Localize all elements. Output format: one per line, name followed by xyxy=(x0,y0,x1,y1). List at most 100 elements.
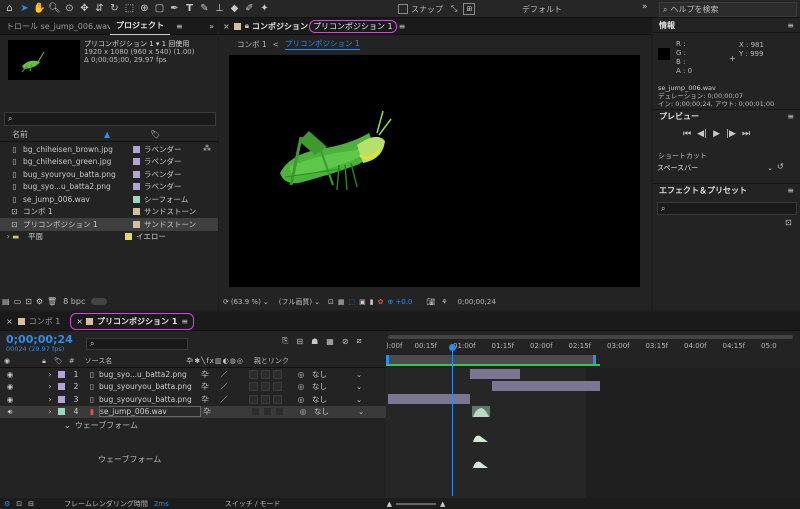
project-item[interactable]: ▯ bug_syouryou_batta.png ラベンダー xyxy=(0,168,218,181)
blend-switch-box[interactable] xyxy=(249,394,258,404)
expand-panels-icon[interactable]: » xyxy=(209,22,214,31)
reset-icon[interactable]: ↺ xyxy=(777,162,784,171)
layer-name[interactable]: se_jump_006.wav xyxy=(99,406,201,418)
time-ruler[interactable]: ):00f 00:15f 01:00f 01:15f 02:00f 02:15f 03:00… xyxy=(386,332,800,367)
project-item[interactable]: ▯ se_jump_006.wav シーフォーム xyxy=(0,193,218,206)
shy-switch-icon[interactable]: 卆 xyxy=(199,394,211,405)
zoom-dropdown-arrow-icon[interactable]: ⌄ xyxy=(263,298,269,306)
comp-navigator[interactable] xyxy=(388,335,793,339)
adjustment-switch-box[interactable] xyxy=(273,369,282,379)
snapshot-icon[interactable]: 📷︎ xyxy=(426,298,435,306)
label-color-swatch[interactable] xyxy=(133,208,140,216)
always-preview-icon[interactable]: ⟳ xyxy=(223,298,229,306)
help-search[interactable]: ⌕ ヘルプを検索 xyxy=(659,2,797,17)
project-search[interactable]: ⌕ xyxy=(4,112,216,126)
work-area-bar[interactable] xyxy=(386,355,596,364)
quality-switch-icon[interactable]: ／ xyxy=(217,381,231,392)
play-icon[interactable]: ▶ xyxy=(713,129,720,139)
workspace-label[interactable]: デフォルト xyxy=(522,4,562,15)
last-frame-icon[interactable]: ⏭ xyxy=(742,129,750,139)
timeline-search[interactable]: ⌕ xyxy=(86,338,188,350)
project-item[interactable]: ⊡ コンポ 1 サンドストーン xyxy=(0,206,218,219)
new-comp-icon[interactable]: ⊡ xyxy=(25,297,32,306)
project-settings-icon[interactable]: ⚙ xyxy=(36,297,43,306)
home-icon[interactable]: ⌂ xyxy=(3,2,16,15)
blend-switch-box[interactable] xyxy=(251,407,260,417)
expand-arrow-icon[interactable]: › xyxy=(46,395,54,404)
region-of-interest-icon[interactable]: ⊡ xyxy=(328,298,334,306)
pick-whip-icon[interactable]: ◎ xyxy=(296,370,306,379)
name-column-header[interactable]: 名前 xyxy=(12,129,28,140)
previous-frame-icon[interactable]: ◀| xyxy=(697,129,707,139)
sort-ascending-icon[interactable]: ▲ xyxy=(104,130,110,139)
layer-label-swatch[interactable] xyxy=(58,370,65,378)
show-snapshot-icon[interactable]: ⚘ xyxy=(441,298,447,306)
layer-label-swatch[interactable] xyxy=(58,383,65,391)
viewer-tab-active-comp[interactable]: プリコンポジション 1 xyxy=(308,19,397,33)
transparency-grid-icon[interactable]: ▦ xyxy=(338,298,345,306)
layer-name[interactable]: bug_syouryou_batta.png xyxy=(99,382,199,391)
label-color-swatch[interactable] xyxy=(125,233,132,241)
quality-switch-icon[interactable]: ／ xyxy=(217,394,231,405)
exposure-icon[interactable]: ⊕ xyxy=(388,298,394,306)
zoom-slider[interactable] xyxy=(395,502,436,505)
quality-switch-icon[interactable]: ／ xyxy=(217,369,231,380)
viewer-tab-label[interactable]: コンポジション xyxy=(252,21,308,32)
panel-menu-icon[interactable]: ≡ xyxy=(399,22,406,31)
project-item[interactable]: ▯ bug_syo...u_batta2.png ラベンダー xyxy=(0,181,218,194)
zoom-tool-icon[interactable]: 🔍︎ xyxy=(48,2,61,15)
pick-whip-icon[interactable]: ◎ xyxy=(296,382,306,391)
parent-dropdown[interactable]: なし xyxy=(314,406,358,417)
shy-switch-icon[interactable]: 卆 xyxy=(199,369,211,380)
project-item[interactable]: › ▬ 平面 イエロー xyxy=(0,231,218,244)
project-item[interactable]: ▯ bg_chiheisen_brown.jpg ラベンダー xyxy=(0,143,218,156)
layer-row[interactable]: ◉ › 1 ▯ bug_syo...u_batta2.png 卆 ／ ◎ なし ⌄ xyxy=(0,368,386,381)
panel-menu-icon[interactable]: ≡ xyxy=(176,22,183,31)
snap-toggle-icon[interactable]: ⊞ xyxy=(463,3,476,15)
pen-tool-icon[interactable]: ✒ xyxy=(168,2,181,15)
flowchart-icon[interactable]: ⁂ xyxy=(203,144,211,153)
label-column-icon[interactable]: 🏷︎ xyxy=(150,130,160,139)
adjustment-switch-box[interactable] xyxy=(273,394,282,404)
roto-brush-tool-icon[interactable]: ✐ xyxy=(243,2,256,15)
grid-guides-icon[interactable]: ▣ xyxy=(359,298,366,306)
parent-dropdown[interactable]: なし xyxy=(312,394,356,405)
exposure-value[interactable]: +0.0 xyxy=(395,298,412,306)
zoom-in-icon[interactable]: ▲ xyxy=(440,500,445,508)
panel-menu-icon[interactable]: ≡ xyxy=(181,317,188,326)
waveform-group-row[interactable]: ⌄ ウェーブフォーム xyxy=(64,419,138,431)
layer-label-swatch[interactable] xyxy=(58,395,65,403)
motion-blur-switch-box[interactable] xyxy=(261,369,270,379)
layer-bar-2[interactable] xyxy=(492,381,600,391)
resolution-dropdown-arrow-icon[interactable]: ⌄ xyxy=(314,298,320,306)
shy-switch-icon[interactable]: 卆 xyxy=(201,406,213,417)
shortcut-dropdown[interactable]: スペースバー ⌄ xyxy=(657,162,773,173)
frame-blending-icon[interactable]: ▦ xyxy=(326,337,334,346)
label-color-swatch[interactable] xyxy=(133,195,140,203)
layer-row[interactable]: 🔊︎ › 4 ▮ se_jump_006.wav 卆 ◎ なし ⌄ xyxy=(0,405,386,418)
breadcrumb-comp-1[interactable]: コンポ 1 xyxy=(237,39,267,50)
project-item[interactable]: ▯ bg_chiheisen_green.jpg ラベンダー xyxy=(0,156,218,169)
hand-tool-icon[interactable]: ✋ xyxy=(33,2,46,15)
close-icon[interactable]: × xyxy=(76,317,83,326)
selection-tool-icon[interactable]: ➤ xyxy=(18,2,31,15)
close-icon[interactable]: × xyxy=(6,317,13,326)
label-color-swatch[interactable] xyxy=(133,220,140,228)
tab-project[interactable]: プロジェクト xyxy=(110,18,170,35)
layer-bar-3[interactable] xyxy=(388,394,470,404)
layer-name[interactable]: bug_syo...u_batta2.png xyxy=(99,370,199,379)
timeline-tab-comp-1[interactable]: コンポ 1 xyxy=(29,316,61,327)
expand-arrow-icon[interactable]: › xyxy=(46,407,54,416)
layer-row[interactable]: ◉ › 3 ▯ bug_syouryou_batta.png 卆 ／ ◎ なし ⌄ xyxy=(0,393,386,406)
snap-checkbox[interactable] xyxy=(398,4,408,14)
clone-stamp-tool-icon[interactable]: ⊥ xyxy=(213,2,226,15)
eraser-tool-icon[interactable]: ◆ xyxy=(228,2,241,15)
mask-path-visibility-icon[interactable]: ⬚ xyxy=(349,298,356,306)
brush-tool-icon[interactable]: ✎ xyxy=(198,2,211,15)
channel-icon[interactable]: ▮ xyxy=(370,298,374,306)
effects-search[interactable]: ⌕ xyxy=(657,202,797,215)
new-folder-icon[interactable]: ▭ xyxy=(14,297,22,306)
pick-whip-icon[interactable]: ◎ xyxy=(296,395,306,404)
project-item[interactable]: ⊡ プリコンポジション 1 サンドストーン xyxy=(0,218,218,231)
resolution-dropdown[interactable]: (フル画質) xyxy=(279,297,312,307)
